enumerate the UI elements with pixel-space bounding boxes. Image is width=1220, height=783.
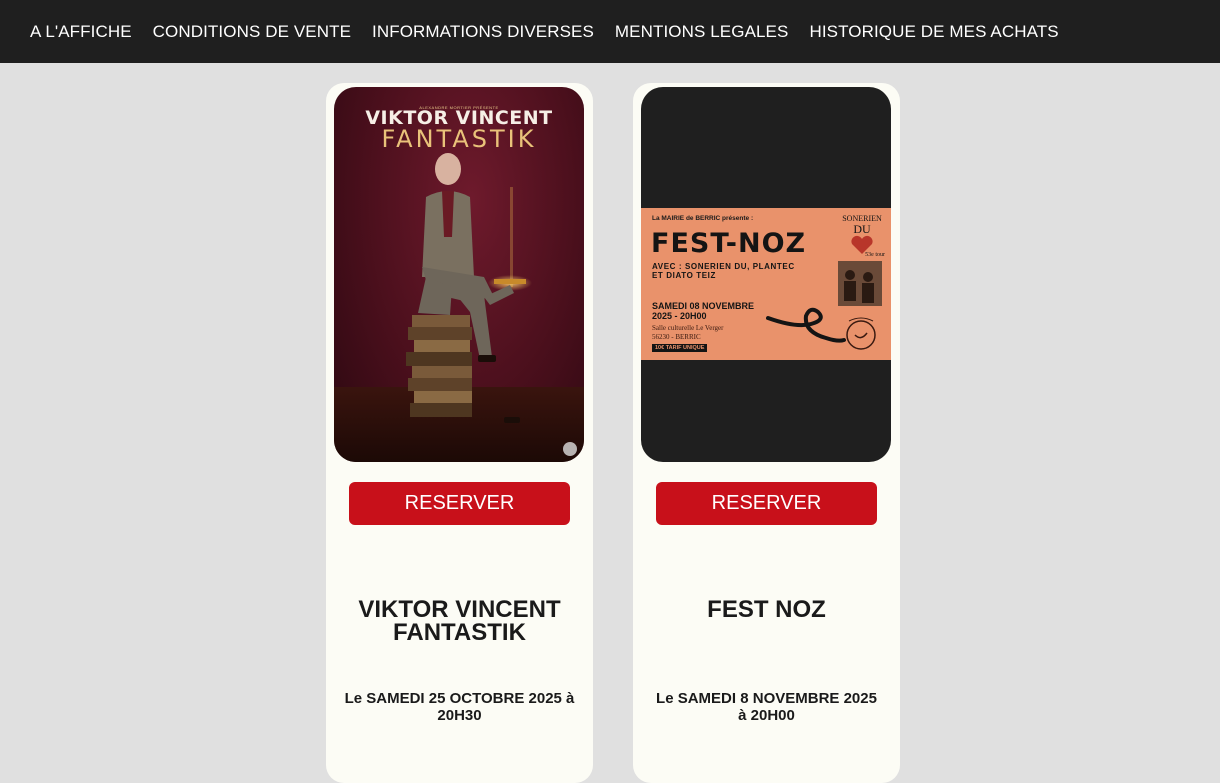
nav-a-l-affiche[interactable]: A L'AFFICHE	[30, 22, 132, 42]
nav-informations-diverses[interactable]: INFORMATIONS DIVERSES	[372, 22, 594, 42]
flyer-band-line2: DU	[853, 222, 871, 236]
event-title-viktor-vincent: VIKTOR VINCENT FANTASTIK	[358, 596, 561, 646]
flyer-date: SAMEDI 08 NOVEMBRE 2025 - 20H00	[652, 301, 754, 321]
flyer-squiggle	[766, 307, 846, 343]
flyer-place-line2: 56230 - BERRIC	[652, 333, 701, 341]
event-date-fest-noz: Le SAMEDI 8 NOVEMBRE 2025 à 20H00	[656, 690, 877, 724]
flyer-place-line1: Salle culturelle Le Verger	[652, 324, 724, 332]
top-navigation: A L'AFFICHE CONDITIONS DE VENTE INFORMAT…	[0, 0, 1220, 63]
nav-conditions-de-vente[interactable]: CONDITIONS DE VENTE	[153, 22, 351, 42]
reserve-button-fest-noz[interactable]: RESERVER	[656, 482, 877, 525]
event-poster-fest-noz[interactable]: La MAIRIE de BERRIC présente : FEST-NOZ …	[641, 87, 891, 462]
flyer-tarif: 10€ TARIF UNIQUE	[652, 344, 708, 352]
flyer-intro: La MAIRIE de BERRIC présente :	[652, 215, 754, 222]
flyer-artists-line1: AVEC : SONERIEN DU, PLANTEC	[652, 262, 795, 271]
event-title-fest-noz: FEST NOZ	[707, 596, 826, 623]
event-card-viktor-vincent: ALEXANDRE MORTIER PRÉSENTE VIKTOR VINCEN…	[326, 83, 593, 783]
event-cards: ALEXANDRE MORTIER PRÉSENTE VIKTOR VINCEN…	[326, 83, 900, 783]
nav-mentions-legales[interactable]: MENTIONS LEGALES	[615, 22, 789, 42]
reserve-button-viktor-vincent[interactable]: RESERVER	[349, 482, 570, 525]
flyer-date-line2: 2025 - 20H00	[652, 311, 707, 321]
nav-historique-achats[interactable]: HISTORIQUE DE MES ACHATS	[809, 22, 1058, 42]
fest-noz-flyer: La MAIRIE de BERRIC présente : FEST-NOZ …	[641, 208, 891, 360]
flyer-date-line1: SAMEDI 08 NOVEMBRE	[652, 301, 755, 311]
flyer-artists-line2: ET DIATO TEIZ	[652, 271, 716, 280]
event-poster-viktor-vincent[interactable]: ALEXANDRE MORTIER PRÉSENTE VIKTOR VINCEN…	[334, 87, 584, 462]
flyer-band-logo: SONERIEN DU 53e tour	[841, 214, 885, 258]
flyer-place: Salle culturelle Le Verger 56230 - BERRI…	[652, 324, 723, 342]
event-date-viktor-vincent: Le SAMEDI 25 OCTOBRE 2025 à 20H30	[344, 690, 575, 724]
flyer-title: FEST-NOZ	[651, 228, 807, 259]
flyer-artists: AVEC : SONERIEN DU, PLANTEC ET DIATO TEI…	[652, 262, 795, 280]
event-card-fest-noz: La MAIRIE de BERRIC présente : FEST-NOZ …	[633, 83, 900, 783]
flyer-band-tour: 53e tour	[865, 252, 885, 258]
poster-artwork	[334, 153, 584, 462]
